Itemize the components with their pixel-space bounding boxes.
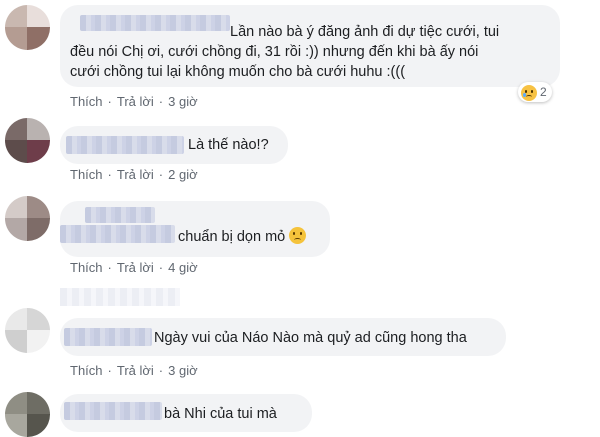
like-link[interactable]: Thích xyxy=(70,260,103,275)
blurred-strip xyxy=(60,288,180,306)
comment-bubble: Là thế nào!? xyxy=(60,126,288,164)
comment-text: Ngày vui của Náo Nào mà quỷ ad cũng hong… xyxy=(154,330,467,346)
timestamp[interactable]: 2 giờ xyxy=(168,167,198,182)
comment-actions: Thích · Trả lời · 3 giờ xyxy=(70,363,198,378)
blurred-author-name xyxy=(85,207,155,223)
reply-link[interactable]: Trả lời xyxy=(117,167,154,182)
like-link[interactable]: Thích xyxy=(70,94,103,109)
comment-text: Là thế nào!? xyxy=(188,137,269,153)
reply-link[interactable]: Trả lời xyxy=(117,363,154,378)
comment-bubble: Ngày vui của Náo Nào mà quỷ ad cũng hong… xyxy=(60,318,506,356)
blurred-author-name xyxy=(64,402,162,420)
comment-bubble: Lần nào bà ý đăng ảnh đi dự tiệc cưới, t… xyxy=(60,5,560,87)
comment-text: bà Nhi của tui mà xyxy=(164,406,277,422)
avatar[interactable] xyxy=(5,392,50,437)
blurred-author-name xyxy=(64,328,152,346)
reaction-count-value: 2 xyxy=(540,85,547,99)
reply-link[interactable]: Trả lời xyxy=(117,260,154,275)
comment-actions: Thích · Trả lời · 2 giờ xyxy=(70,167,198,182)
comment-bubble: bà Nhi của tui mà xyxy=(60,394,312,432)
sad-face-emoji xyxy=(289,227,307,244)
comment-actions: Thích · Trả lời · 4 giờ xyxy=(70,260,198,275)
comment-bubble: chuẩn bị dọn mỏ xyxy=(60,201,330,257)
like-link[interactable]: Thích xyxy=(70,363,103,378)
avatar[interactable] xyxy=(5,196,50,241)
timestamp[interactable]: 3 giờ xyxy=(168,363,198,378)
like-link[interactable]: Thích xyxy=(70,167,103,182)
avatar[interactable] xyxy=(5,308,50,353)
blurred-author-name xyxy=(66,136,184,154)
timestamp[interactable]: 3 giờ xyxy=(168,94,198,109)
avatar[interactable] xyxy=(5,5,50,50)
comment-text-line-2: đều nói Chị ơi, cưới chồng đi, 31 rồi :)… xyxy=(70,44,479,60)
timestamp[interactable]: 4 giờ xyxy=(168,260,198,275)
comment-text: chuẩn bị dọn mỏ xyxy=(178,227,307,247)
comment-text-line-1: Lần nào bà ý đăng ảnh đi dự tiệc cưới, t… xyxy=(230,24,500,40)
reaction-count[interactable]: 2 xyxy=(518,82,552,102)
avatar[interactable] xyxy=(5,118,50,163)
comment-text-line-3: cưới chồng tui lại không muốn cho bà cướ… xyxy=(70,64,406,80)
comment-actions: Thích · Trả lời · 3 giờ xyxy=(70,94,198,109)
sad-reaction-icon xyxy=(521,84,537,101)
blurred-text xyxy=(60,225,175,243)
blurred-author-name xyxy=(80,15,230,31)
reply-link[interactable]: Trả lời xyxy=(117,94,154,109)
